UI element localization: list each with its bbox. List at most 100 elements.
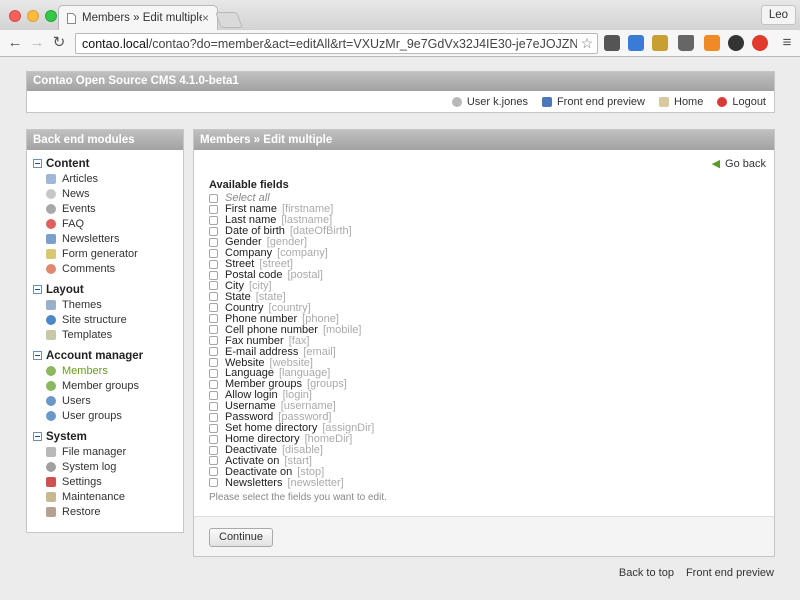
field-row[interactable]: Phone number [phone] xyxy=(209,313,387,325)
sidebar-item-form-generator[interactable]: Form generator xyxy=(27,246,183,261)
lock-extension-icon[interactable] xyxy=(678,35,694,51)
user-link[interactable]: User k.jones xyxy=(451,96,528,108)
checkbox[interactable] xyxy=(209,368,218,378)
checkbox[interactable] xyxy=(209,259,218,269)
sidebar-item-articles[interactable]: Articles xyxy=(27,171,183,186)
field-row[interactable]: City [city] xyxy=(209,280,387,292)
field-row[interactable]: State [state] xyxy=(209,291,387,303)
sidebar-item-users[interactable]: Users xyxy=(27,393,183,408)
profile-button[interactable]: Leo xyxy=(760,5,796,25)
sidebar-item-user-groups[interactable]: User groups xyxy=(27,408,183,423)
field-row[interactable]: Cell phone number [mobile] xyxy=(209,324,387,336)
opera-extension-icon[interactable] xyxy=(752,35,768,51)
checkbox[interactable] xyxy=(209,292,218,302)
sidebar-item-maintenance[interactable]: Maintenance xyxy=(27,489,183,504)
flame-extension-icon[interactable] xyxy=(728,35,744,51)
sidebar-item-comments[interactable]: Comments xyxy=(27,261,183,276)
field-row[interactable]: Website [website] xyxy=(209,357,387,369)
sidebar-item-members[interactable]: Members xyxy=(27,363,183,378)
browser-menu-icon[interactable]: ≡ xyxy=(776,32,798,54)
checkbox[interactable] xyxy=(209,226,218,236)
field-row[interactable]: E-mail address [email] xyxy=(209,346,387,358)
sidebar-item-system-log[interactable]: System log xyxy=(27,459,183,474)
screenshot-extension-icon[interactable] xyxy=(628,35,644,51)
checkbox[interactable] xyxy=(209,478,218,488)
group-toggle-system[interactable]: System xyxy=(27,429,183,444)
continue-button[interactable]: Continue xyxy=(209,528,274,547)
field-row[interactable]: Country [country] xyxy=(209,302,387,314)
address-bar[interactable]: contao.local/contao?do=member&act=editAl… xyxy=(75,33,598,54)
field-row[interactable]: Password [password] xyxy=(209,411,387,423)
gear-extension-icon[interactable] xyxy=(604,35,620,51)
minimize-window-button[interactable] xyxy=(27,10,39,22)
sidebar-item-faq[interactable]: FAQ xyxy=(27,216,183,231)
field-row[interactable]: Member groups [groups] xyxy=(209,378,387,390)
group-toggle-account-manager[interactable]: Account manager xyxy=(27,348,183,363)
sidebar-item-settings[interactable]: Settings xyxy=(27,474,183,489)
footer-preview-link[interactable]: Front end preview xyxy=(686,567,774,579)
checkbox[interactable] xyxy=(209,467,218,477)
close-window-button[interactable] xyxy=(9,10,21,22)
field-row[interactable]: Last name [lastname] xyxy=(209,214,387,226)
checkbox[interactable] xyxy=(209,347,218,357)
checkbox[interactable] xyxy=(209,358,218,368)
checkbox[interactable] xyxy=(209,445,218,455)
field-row[interactable]: Company [company] xyxy=(209,247,387,259)
sidebar-item-news[interactable]: News xyxy=(27,186,183,201)
field-row[interactable]: Newsletters [newsletter] xyxy=(209,477,387,489)
field-row[interactable]: Gender [gender] xyxy=(209,236,387,248)
field-row[interactable]: Deactivate on [stop] xyxy=(209,466,387,478)
field-row[interactable]: Postal code [postal] xyxy=(209,269,387,281)
field-row[interactable]: Home directory [homeDir] xyxy=(209,433,387,445)
checkbox[interactable] xyxy=(209,401,218,411)
sidebar-item-site-structure[interactable]: Site structure xyxy=(27,312,183,327)
checkbox[interactable] xyxy=(209,215,218,225)
sidebar-item-file-manager[interactable]: File manager xyxy=(27,444,183,459)
checkbox[interactable] xyxy=(209,423,218,433)
checkbox[interactable] xyxy=(209,412,218,422)
home-link[interactable]: Home xyxy=(659,96,703,108)
group-toggle-content[interactable]: Content xyxy=(27,156,183,171)
checkbox[interactable] xyxy=(209,204,218,214)
checkbox[interactable] xyxy=(209,193,218,203)
go-back-link[interactable]: ◀ Go back xyxy=(712,157,766,171)
sidebar-item-restore[interactable]: Restore xyxy=(27,504,183,519)
checkbox[interactable] xyxy=(209,456,218,466)
forward-button[interactable]: → xyxy=(26,32,48,54)
checkbox[interactable] xyxy=(209,281,218,291)
field-row[interactable]: Username [username] xyxy=(209,400,387,412)
checkbox[interactable] xyxy=(209,314,218,324)
browser-tab[interactable]: Members » Edit multiple - C × xyxy=(58,5,218,30)
sidebar-item-member-groups[interactable]: Member groups xyxy=(27,378,183,393)
sidebar-item-events[interactable]: Events xyxy=(27,201,183,216)
tab-close-icon[interactable]: × xyxy=(202,11,209,25)
back-button[interactable]: ← xyxy=(4,32,26,54)
group-toggle-layout[interactable]: Layout xyxy=(27,282,183,297)
field-row[interactable]: Allow login [login] xyxy=(209,389,387,401)
ext-orange-icon[interactable] xyxy=(704,35,720,51)
field-row[interactable]: Language [language] xyxy=(209,367,387,379)
field-row[interactable]: Fax number [fax] xyxy=(209,335,387,347)
checkbox[interactable] xyxy=(209,325,218,335)
sidebar-item-templates[interactable]: Templates xyxy=(27,327,183,342)
checkbox[interactable] xyxy=(209,248,218,258)
logout-link[interactable]: Logout xyxy=(717,96,766,108)
field-row[interactable]: Activate on [start] xyxy=(209,455,387,467)
field-row[interactable]: Street [street] xyxy=(209,258,387,270)
field-row[interactable]: Set home directory [assignDir] xyxy=(209,422,387,434)
sidebar-item-newsletters[interactable]: Newsletters xyxy=(27,231,183,246)
checkbox[interactable] xyxy=(209,336,218,346)
checkbox[interactable] xyxy=(209,303,218,313)
sidebar-item-themes[interactable]: Themes xyxy=(27,297,183,312)
field-row[interactable]: Deactivate [disable] xyxy=(209,444,387,456)
checkbox[interactable] xyxy=(209,434,218,444)
bookmark-star-icon[interactable]: ☆ xyxy=(577,35,597,52)
reload-button[interactable]: ↻ xyxy=(48,32,70,54)
field-row[interactable]: First name [firstname] xyxy=(209,203,387,215)
back-to-top-link[interactable]: Back to top xyxy=(619,567,674,579)
checkbox[interactable] xyxy=(209,237,218,247)
checkbox[interactable] xyxy=(209,379,218,389)
field-row[interactable]: Date of birth [dateOfBirth] xyxy=(209,225,387,237)
zoom-window-button[interactable] xyxy=(45,10,57,22)
checkbox[interactable] xyxy=(209,270,218,280)
